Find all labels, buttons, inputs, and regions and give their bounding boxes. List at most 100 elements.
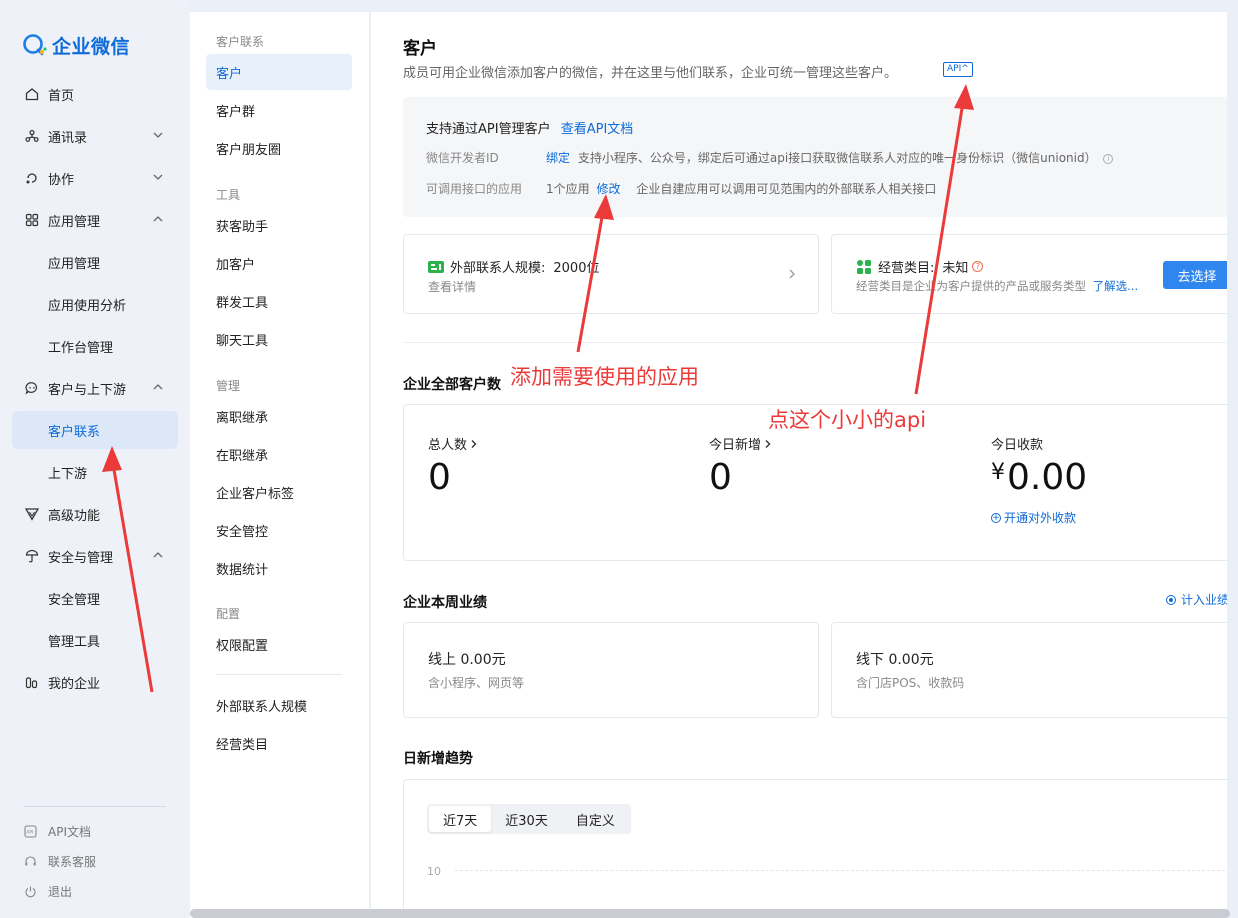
api-info-panel: 支持通过API管理客户 查看API文档 微信开发者ID 绑定 支持小程序、公众号… bbox=[403, 97, 1227, 217]
menu-item-chat-tools[interactable]: 聊天工具 bbox=[206, 321, 352, 357]
main-content: 客户 成员可用企业微信添加客户的微信，并在这里与他们联系，企业可统一管理这些客户… bbox=[371, 12, 1227, 918]
menu-item-add-customer[interactable]: 加客户 bbox=[206, 245, 352, 281]
menu-divider bbox=[216, 674, 342, 675]
security-icon bbox=[24, 548, 40, 564]
apps-icon bbox=[24, 212, 40, 228]
learn-more-link[interactable]: 了解选... bbox=[1093, 279, 1138, 293]
enable-payment-link[interactable]: + 开通对外收款 bbox=[991, 509, 1076, 526]
tab-30-days[interactable]: 近30天 bbox=[491, 806, 562, 832]
menu-item-business-category[interactable]: 经营类目 bbox=[206, 725, 352, 761]
menu-item-inservice-inheritance[interactable]: 在职继承 bbox=[206, 436, 352, 472]
today-new-value: 0 bbox=[709, 457, 732, 498]
callable-apps-label: 可调用接口的应用 bbox=[426, 182, 523, 196]
menu-item-customer-groups[interactable]: 客户群 bbox=[206, 92, 352, 128]
annotation-add-app: 添加需要使用的应用 bbox=[510, 365, 699, 389]
chevron-up-icon bbox=[153, 216, 163, 222]
menu-item-security-control[interactable]: 安全管控 bbox=[206, 512, 352, 548]
secondary-menu: 客户联系 客户 客户群 客户朋友圈 工具 获客助手 加客户 群发工具 聊天工具 … bbox=[190, 12, 370, 918]
menu-item-statistics[interactable]: 数据统计 bbox=[206, 550, 352, 586]
page-title: 客户 bbox=[403, 39, 437, 59]
nav-item-app-management-sub[interactable]: 应用管理 bbox=[12, 243, 178, 281]
brand[interactable]: 企业微信 bbox=[22, 30, 130, 60]
today-income-label: 今日收款 bbox=[991, 438, 1044, 453]
nav-item-app-management[interactable]: 应用管理 bbox=[12, 201, 178, 239]
view-api-docs-link[interactable]: 查看API文档 bbox=[561, 122, 634, 137]
nav-label: 应用管理 bbox=[48, 256, 101, 272]
menu-item-customer-tags[interactable]: 企业客户标签 bbox=[206, 474, 352, 510]
all-customers-title: 企业全部客户数 bbox=[403, 377, 501, 393]
weekly-performance-title: 企业本周业绩 bbox=[403, 595, 487, 611]
chevron-right-icon bbox=[471, 439, 477, 448]
menu-item-acquisition-assistant[interactable]: 获客助手 bbox=[206, 207, 352, 243]
nav-label: 应用管理 bbox=[48, 214, 101, 230]
chevron-down-icon bbox=[153, 174, 163, 180]
annotation-click-api: 点这个小小的api bbox=[768, 408, 927, 432]
chevron-right-icon bbox=[765, 439, 771, 448]
nav-label: 我的企业 bbox=[48, 676, 101, 692]
nav-item-workbench-management[interactable]: 工作台管理 bbox=[12, 327, 178, 365]
api-doc-icon: API bbox=[24, 824, 38, 838]
include-performance-link[interactable]: 计入业绩 bbox=[1166, 591, 1227, 608]
today-new-link[interactable]: 今日新增 bbox=[709, 434, 772, 453]
nav-label: 通讯录 bbox=[48, 130, 88, 146]
menu-item-customers[interactable]: 客户 bbox=[206, 54, 352, 90]
left-nav: 企业微信 首页 通讯录 协作 应用管理 应用管理 应用使用分析 工作台管理 客户… bbox=[0, 0, 190, 918]
nav-item-home[interactable]: 首页 bbox=[12, 75, 178, 113]
contact-support-link[interactable]: 联系客服 bbox=[24, 849, 96, 873]
nav-item-customer-contact[interactable]: 客户联系 bbox=[12, 411, 178, 449]
wechat-dev-id-label: 微信开发者ID bbox=[426, 151, 499, 165]
menu-group-management: 管理 bbox=[216, 379, 241, 393]
horizontal-scrollbar[interactable] bbox=[190, 909, 1230, 918]
wecom-logo-icon bbox=[22, 32, 48, 58]
home-icon bbox=[24, 86, 40, 102]
menu-item-permission-config[interactable]: 权限配置 bbox=[206, 626, 352, 662]
tab-custom[interactable]: 自定义 bbox=[562, 806, 629, 832]
view-details-link[interactable]: 查看详情 bbox=[428, 278, 476, 295]
menu-group-config: 配置 bbox=[216, 607, 241, 621]
chevron-up-icon bbox=[153, 384, 163, 390]
menu-item-mass-messaging[interactable]: 群发工具 bbox=[206, 283, 352, 319]
total-count-link[interactable]: 总人数 bbox=[428, 434, 478, 453]
menu-item-external-contact-scale[interactable]: 外部联系人规模 bbox=[206, 687, 352, 723]
collaboration-icon bbox=[24, 170, 40, 186]
divider bbox=[403, 342, 1227, 343]
today-income-value: ¥0.00 bbox=[991, 457, 1088, 498]
choose-category-button[interactable]: 去选择 bbox=[1163, 261, 1227, 289]
nav-item-my-enterprise[interactable]: 我的企业 bbox=[12, 663, 178, 701]
page-description: 成员可用企业微信添加客户的微信，并在这里与他们联系，企业可统一管理这些客户。 bbox=[403, 66, 898, 81]
nav-label: 管理工具 bbox=[48, 634, 101, 650]
menu-item-customer-moments[interactable]: 客户朋友圈 bbox=[206, 130, 352, 166]
nav-item-contacts[interactable]: 通讯录 bbox=[12, 117, 178, 155]
trend-range-tabs: 近7天 近30天 自定义 bbox=[427, 804, 631, 834]
chevron-down-icon bbox=[153, 132, 163, 138]
chevron-right-icon bbox=[789, 269, 795, 279]
external-contact-scale-card[interactable]: 外部联系人规模: 2000位 查看详情 bbox=[403, 234, 819, 314]
menu-group-tools: 工具 bbox=[216, 188, 241, 202]
nav-label: 安全管理 bbox=[48, 592, 101, 608]
bind-link[interactable]: 绑定 bbox=[546, 151, 570, 165]
api-toggle-button[interactable]: API^ bbox=[943, 62, 973, 77]
nav-item-advanced[interactable]: 高级功能 bbox=[12, 495, 178, 533]
nav-item-security-and-management[interactable]: 安全与管理 bbox=[12, 537, 178, 575]
menu-item-resigned-inheritance[interactable]: 离职继承 bbox=[206, 398, 352, 434]
nav-item-collaboration[interactable]: 协作 bbox=[12, 159, 178, 197]
online-performance-card: 线上 0.00元 含小程序、网页等 bbox=[403, 622, 819, 718]
api-doc-link[interactable]: API API文档 bbox=[24, 819, 91, 843]
api-panel-heading: 支持通过API管理客户 查看API文档 bbox=[426, 122, 634, 137]
svg-text:API: API bbox=[26, 829, 33, 835]
tab-7-days[interactable]: 近7天 bbox=[429, 806, 492, 832]
chart-gridline bbox=[455, 870, 1225, 871]
online-description: 含小程序、网页等 bbox=[428, 676, 525, 690]
logout-link[interactable]: 退出 bbox=[24, 879, 72, 903]
menu-group-customer-contact: 客户联系 bbox=[216, 35, 265, 49]
nav-divider bbox=[24, 806, 166, 807]
nav-item-upstream-downstream[interactable]: 上下游 bbox=[12, 453, 178, 491]
nav-item-app-usage-analysis[interactable]: 应用使用分析 bbox=[12, 285, 178, 323]
online-amount: 线上 0.00元 bbox=[428, 652, 506, 668]
modify-apps-link[interactable]: 修改 bbox=[596, 182, 620, 196]
category-icon bbox=[856, 259, 872, 275]
nav-item-security-management[interactable]: 安全管理 bbox=[12, 579, 178, 617]
caret-up-icon: ^ bbox=[961, 64, 969, 74]
nav-item-customers-and-partners[interactable]: 客户与上下游 bbox=[12, 369, 178, 407]
nav-item-management-tools[interactable]: 管理工具 bbox=[12, 621, 178, 659]
